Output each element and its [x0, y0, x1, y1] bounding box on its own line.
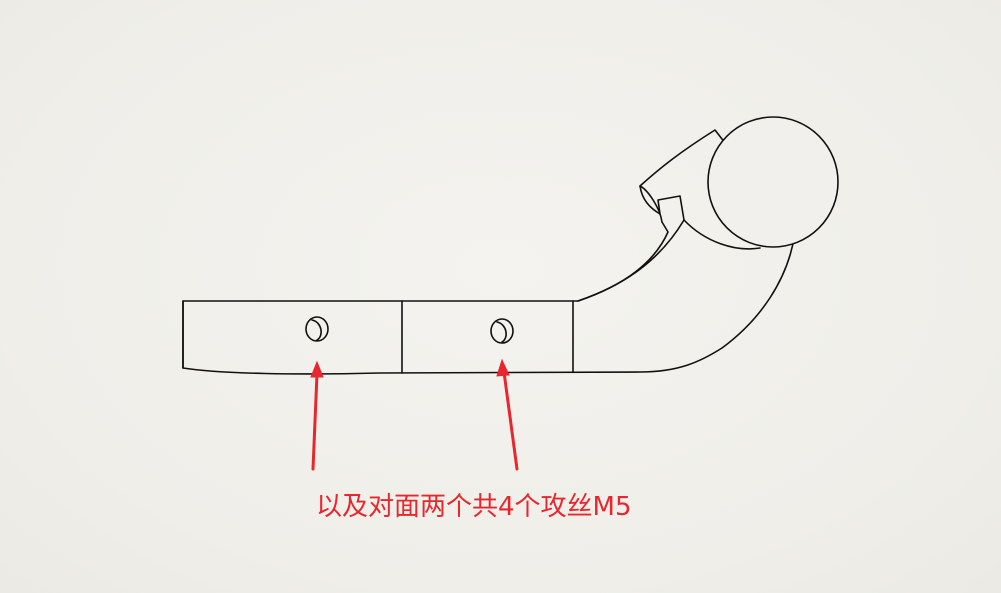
- annotation-caption: 以及对面两个共4个攻丝M5: [316, 492, 632, 522]
- arrow-2-head: [496, 358, 510, 377]
- drawing-canvas: 以及对面两个共4个攻丝M5: [0, 0, 1001, 593]
- tapped-hole-1: [305, 316, 329, 342]
- tapped-hole-2-inner: [496, 321, 507, 343]
- tapped-hole-1-inner: [311, 319, 322, 341]
- tapped-hole-2: [490, 318, 514, 344]
- arrow-1-head: [310, 360, 324, 378]
- arrow-2-shaft: [502, 370, 519, 471]
- bracket-round-end: [707, 116, 839, 248]
- bracket-arm-outline: [182, 129, 796, 375]
- arrow-1-shaft: [311, 372, 319, 471]
